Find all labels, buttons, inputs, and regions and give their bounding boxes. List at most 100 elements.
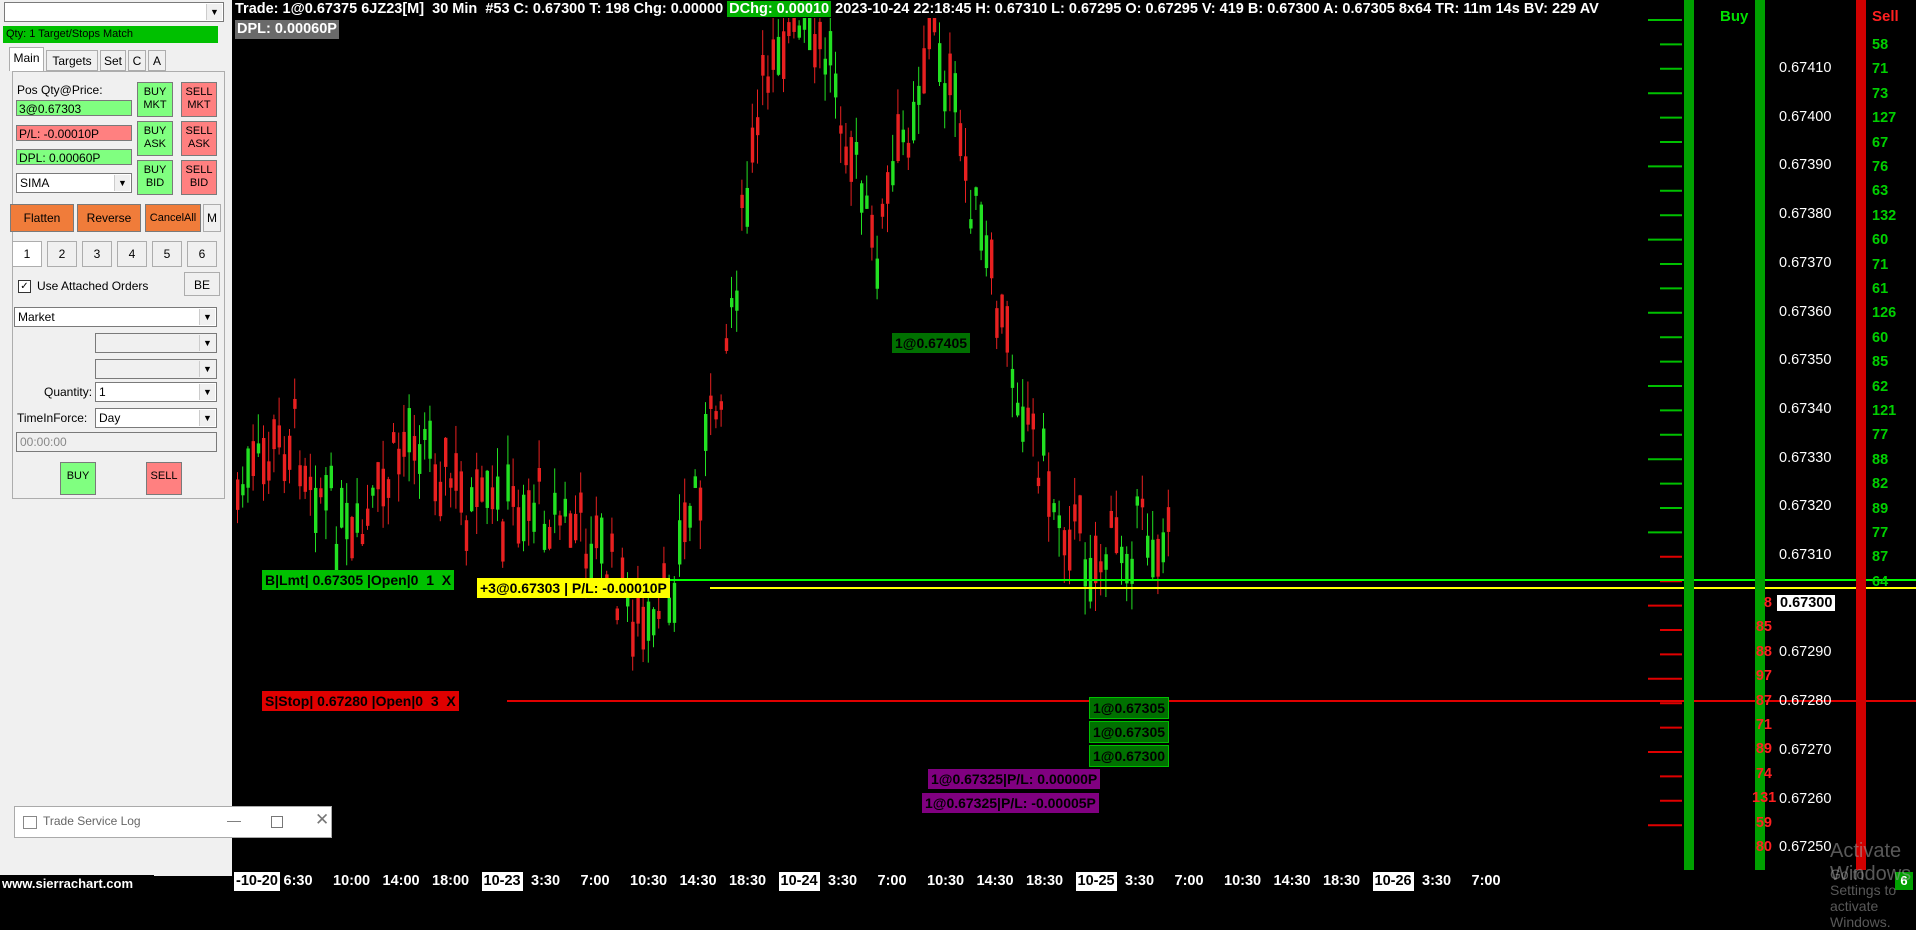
btn-line: ASK bbox=[187, 138, 210, 150]
buy-order-line[interactable] bbox=[507, 579, 1916, 581]
candle-body bbox=[927, 18, 931, 50]
sell-bid-button[interactable]: SELL BID bbox=[181, 160, 217, 195]
quantity-field[interactable]: 1 ▼ bbox=[95, 382, 217, 402]
ask-volume: 58 bbox=[1872, 37, 1889, 53]
candle-body bbox=[511, 486, 515, 507]
chart-area[interactable]: Trade: 1@0.67375 6JZ23[M] 30 Min #53 C: … bbox=[232, 0, 1916, 930]
ask-volume: 121 bbox=[1872, 403, 1897, 419]
candle-body bbox=[350, 517, 354, 559]
candle-body bbox=[787, 22, 791, 37]
time-field[interactable]: 00:00:00 bbox=[16, 432, 217, 452]
buy-bid-button[interactable]: BUY BID bbox=[137, 160, 173, 195]
candle-body bbox=[714, 411, 718, 420]
stop-order-tag[interactable]: S|Stop| 0.67280 |Open|0 3 X bbox=[262, 691, 459, 711]
time-label: 6:30 bbox=[283, 873, 313, 889]
candle-body bbox=[896, 114, 900, 162]
site-link[interactable]: www.sierrachart.com bbox=[0, 875, 154, 892]
candle-body bbox=[548, 526, 552, 549]
time-label: 10-25 bbox=[1075, 872, 1117, 891]
tab-targets[interactable]: Targets bbox=[46, 50, 98, 71]
candle-body bbox=[293, 398, 297, 409]
tab-a[interactable]: A bbox=[148, 50, 166, 71]
candle-body bbox=[735, 290, 739, 311]
candle-body bbox=[355, 503, 359, 533]
candle-body bbox=[1005, 306, 1009, 353]
order-type-select[interactable]: Market ▼ bbox=[14, 307, 217, 327]
maximize-icon[interactable] bbox=[271, 816, 283, 828]
buy-bar-column bbox=[1684, 0, 1694, 870]
time-label: 3:30 bbox=[1422, 873, 1452, 889]
fill-marker: 1@0.67305 bbox=[1089, 721, 1170, 743]
symbol-select[interactable]: ▼ bbox=[4, 2, 224, 22]
tab-c[interactable]: C bbox=[128, 50, 146, 71]
candle-body bbox=[579, 492, 583, 513]
last-trade: Trade: 1@0.67375 bbox=[235, 1, 358, 17]
candle-body bbox=[678, 520, 682, 565]
price-1-select[interactable]: ▼ bbox=[95, 333, 217, 353]
candle-body bbox=[542, 523, 547, 550]
candle-body bbox=[537, 467, 541, 482]
candle-body bbox=[974, 187, 978, 196]
minimize-icon[interactable]: — bbox=[227, 812, 241, 828]
be-button[interactable]: BE bbox=[184, 272, 220, 296]
account-select[interactable]: SIMA ▼ bbox=[16, 173, 132, 193]
qty-preset-6[interactable]: 6 bbox=[187, 241, 217, 267]
buy-order-tag[interactable]: B|Lmt| 0.67305 |Open|0 1 X bbox=[262, 570, 455, 590]
buy-market-button[interactable]: BUY MKT bbox=[137, 82, 173, 117]
candle-body bbox=[865, 195, 869, 209]
candle-body bbox=[236, 479, 240, 510]
buy-ask-button[interactable]: BUY ASK bbox=[137, 121, 173, 156]
price-2-select[interactable]: ▼ bbox=[95, 359, 217, 379]
candle-body bbox=[870, 214, 874, 248]
use-attached-label: Use Attached Orders bbox=[37, 279, 149, 293]
candle-body bbox=[698, 487, 703, 521]
candle-body bbox=[740, 194, 744, 209]
time-label: 3:30 bbox=[1125, 873, 1155, 889]
stop-order-line[interactable] bbox=[507, 700, 1916, 702]
qty-preset-1[interactable]: 1 bbox=[12, 241, 42, 267]
candle-body bbox=[470, 487, 474, 512]
candle-body bbox=[969, 219, 973, 229]
qty-preset-3[interactable]: 3 bbox=[82, 241, 112, 267]
candle-body bbox=[371, 487, 375, 496]
candle-body bbox=[943, 83, 947, 112]
tif-label: TimeInForce: bbox=[17, 411, 88, 425]
trade-service-log-window[interactable]: Trade Service Log — ✕ bbox=[14, 806, 332, 838]
time-label: 3:30 bbox=[828, 873, 858, 889]
qty-preset-5[interactable]: 5 bbox=[152, 241, 182, 267]
buy-button[interactable]: BUY bbox=[60, 462, 96, 495]
btn-line: SELL bbox=[185, 164, 213, 176]
tab-main[interactable]: Main bbox=[9, 47, 44, 71]
use-attached-checkbox[interactable]: ✓ bbox=[18, 280, 31, 293]
sell-button[interactable]: SELL bbox=[146, 462, 182, 495]
tab-set[interactable]: Set bbox=[100, 50, 126, 71]
candle-body bbox=[397, 448, 401, 475]
cancel-all-button[interactable]: CancelAll bbox=[145, 204, 201, 232]
close-icon[interactable]: X bbox=[446, 693, 455, 709]
candle-body bbox=[1140, 498, 1145, 508]
price-label: 0.67360 bbox=[1779, 303, 1832, 320]
candle-body bbox=[464, 520, 469, 551]
ask-volume: 60 bbox=[1872, 329, 1889, 346]
candle-body bbox=[802, 18, 807, 30]
qty-preset-2[interactable]: 2 bbox=[47, 241, 77, 267]
candle-body bbox=[1010, 368, 1015, 388]
tif-select[interactable]: Day ▼ bbox=[95, 408, 217, 428]
close-icon[interactable]: X bbox=[442, 572, 451, 588]
candle-body bbox=[480, 477, 484, 502]
fill-marker: 1@0.67325|P/L: -0.00005P bbox=[922, 793, 1099, 813]
candle-body bbox=[657, 610, 661, 619]
m-button[interactable]: M bbox=[203, 204, 221, 232]
time-label: 10-24 bbox=[778, 872, 820, 891]
sell-ask-button[interactable]: SELL ASK bbox=[181, 121, 217, 156]
reverse-button[interactable]: Reverse bbox=[77, 204, 141, 232]
price-label: 0.67350 bbox=[1779, 352, 1832, 369]
candle-body bbox=[444, 437, 448, 467]
chevron-down-icon: ▼ bbox=[199, 361, 215, 377]
sell-market-button[interactable]: SELL MKT bbox=[181, 82, 217, 117]
flatten-button[interactable]: Flatten bbox=[10, 204, 74, 232]
candle-body bbox=[719, 401, 723, 410]
chevron-down-icon: ▼ bbox=[114, 175, 130, 191]
qty-preset-4[interactable]: 4 bbox=[117, 241, 147, 267]
close-icon[interactable]: ✕ bbox=[315, 810, 329, 830]
